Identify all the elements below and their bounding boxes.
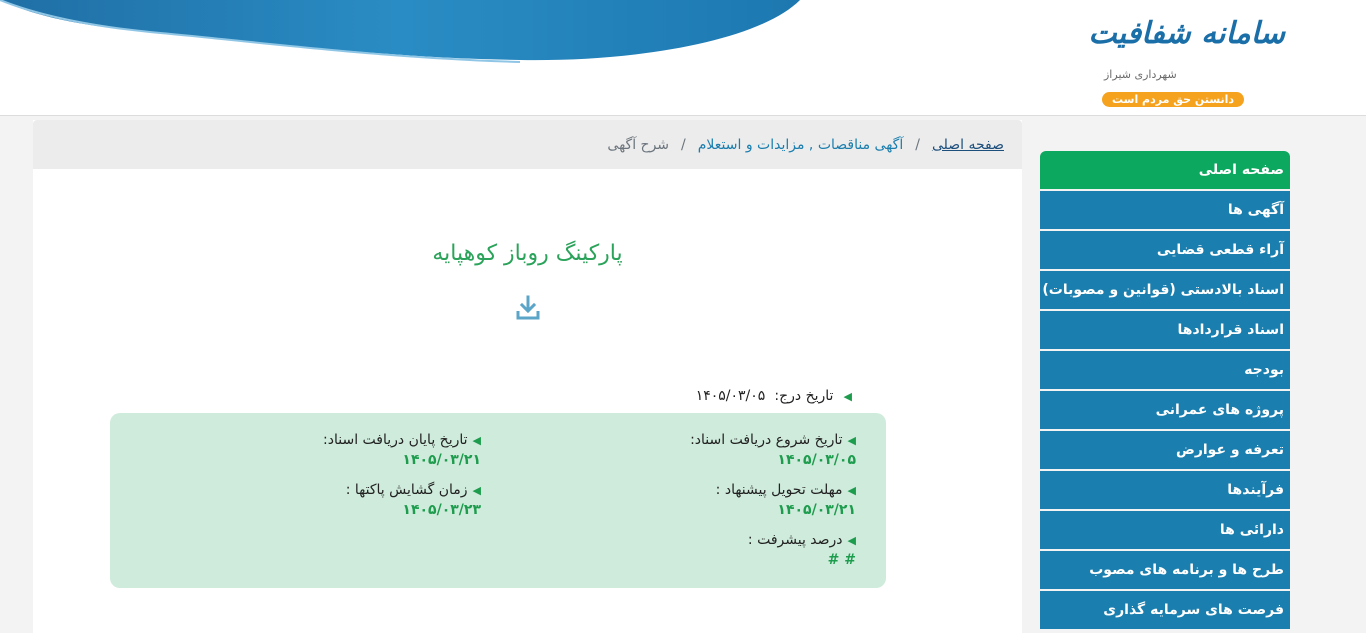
progress-label: درصد پیشرفت : xyxy=(747,532,843,548)
bullet-arrow-icon: ◀ xyxy=(847,434,856,447)
bullet-arrow-icon: ◀ xyxy=(472,434,481,447)
start-date-value: ۱۴۰۵/۰۳/۰۵ xyxy=(777,452,856,468)
posted-date: ◀ تاریخ درج: ۱۴۰۵/۰۳/۰۵ xyxy=(696,385,852,404)
bullet-arrow-icon: ◀ xyxy=(472,484,481,497)
progress-value: # # xyxy=(827,552,856,568)
deadline-label: مهلت تحویل پیشنهاد : xyxy=(715,482,843,498)
sidebar-item-3[interactable]: اسناد بالادستی (قوانین و مصوبات) xyxy=(1040,271,1290,309)
opening-label: زمان گشایش پاکتها : xyxy=(345,482,468,498)
notice-title: پارکینگ روباز کوهپایه xyxy=(432,241,623,266)
logo-tagline: دانستن حق مردم است xyxy=(1102,92,1245,107)
bullet-arrow-icon: ◀ xyxy=(847,484,856,497)
logo-subtitle: شهرداری شیراز xyxy=(1104,68,1177,81)
posted-date-value: ۱۴۰۵/۰۳/۰۵ xyxy=(695,388,766,404)
progress-field: ◀ درصد پیشرفت : # # xyxy=(748,529,856,568)
end-date-field: ◀ تاریخ پایان دریافت اسناد: ۱۴۰۵/۰۳/۲۱ xyxy=(323,429,481,468)
opening-field: ◀ زمان گشایش پاکتها : ۱۴۰۵/۰۳/۲۳ xyxy=(346,479,481,518)
breadcrumb-section-link[interactable]: آگهی مناقصات , مزایدات و استعلام xyxy=(698,137,903,153)
end-date-value: ۱۴۰۵/۰۳/۲۱ xyxy=(402,452,481,468)
site-header: سامانه شفافیت شهرداری شیراز دانستن حق مر… xyxy=(0,0,1366,116)
download-icon[interactable] xyxy=(516,295,540,321)
sidebar-item-10[interactable]: طرح ها و برنامه های مصوب xyxy=(1040,551,1290,589)
breadcrumb-separator: / xyxy=(681,136,686,153)
start-date-label: تاریخ شروع دریافت اسناد: xyxy=(690,432,843,448)
sidebar-item-7[interactable]: تعرفه و عوارض xyxy=(1040,431,1290,469)
main-content: صفحه اصلی / آگهی مناقصات , مزایدات و است… xyxy=(33,120,1022,633)
sidebar-item-6[interactable]: پروژه های عمرانی xyxy=(1040,391,1290,429)
breadcrumb-separator: / xyxy=(915,136,920,153)
site-logo[interactable]: سامانه شفافیت شهرداری شیراز دانستن حق مر… xyxy=(1088,10,1290,110)
sidebar-item-8[interactable]: فرآیندها xyxy=(1040,471,1290,509)
end-date-label: تاریخ پایان دریافت اسناد: xyxy=(323,432,468,448)
deadline-field: ◀ مهلت تحویل پیشنهاد : ۱۴۰۵/۰۳/۲۱ xyxy=(716,479,856,518)
start-date-field: ◀ تاریخ شروع دریافت اسناد: ۱۴۰۵/۰۳/۰۵ xyxy=(690,429,856,468)
sidebar-item-5[interactable]: بودجه xyxy=(1040,351,1290,389)
bullet-arrow-icon: ◀ xyxy=(843,390,852,403)
logo-title: سامانه شفافیت xyxy=(1088,16,1286,51)
breadcrumb-home-link[interactable]: صفحه اصلی xyxy=(932,137,1004,153)
notice-details-box: ◀ تاریخ شروع دریافت اسناد: ۱۴۰۵/۰۳/۰۵ ◀ تا… xyxy=(110,413,886,588)
posted-date-label: تاریخ درج: xyxy=(774,388,834,404)
sidebar-item-0[interactable]: صفحه اصلی xyxy=(1040,151,1290,189)
bullet-arrow-icon: ◀ xyxy=(847,534,856,547)
header-wave xyxy=(0,0,800,63)
breadcrumb-current: شرح آگهی xyxy=(607,136,670,153)
sidebar-item-1[interactable]: آگهی ها xyxy=(1040,191,1290,229)
sidebar-item-2[interactable]: آراء قطعی قضایی xyxy=(1040,231,1290,269)
sidebar-item-4[interactable]: اسناد قراردادها xyxy=(1040,311,1290,349)
opening-value: ۱۴۰۵/۰۳/۲۳ xyxy=(402,502,481,518)
sidebar-item-9[interactable]: دارائی ها xyxy=(1040,511,1290,549)
sidebar-nav: صفحه اصلی آگهی ها آراء قطعی قضایی اسناد بال… xyxy=(1040,151,1290,633)
breadcrumb: صفحه اصلی / آگهی مناقصات , مزایدات و است… xyxy=(33,120,1022,169)
sidebar-item-11[interactable]: فرصت های سرمایه گذاری xyxy=(1040,591,1290,629)
deadline-value: ۱۴۰۵/۰۳/۲۱ xyxy=(777,502,856,518)
